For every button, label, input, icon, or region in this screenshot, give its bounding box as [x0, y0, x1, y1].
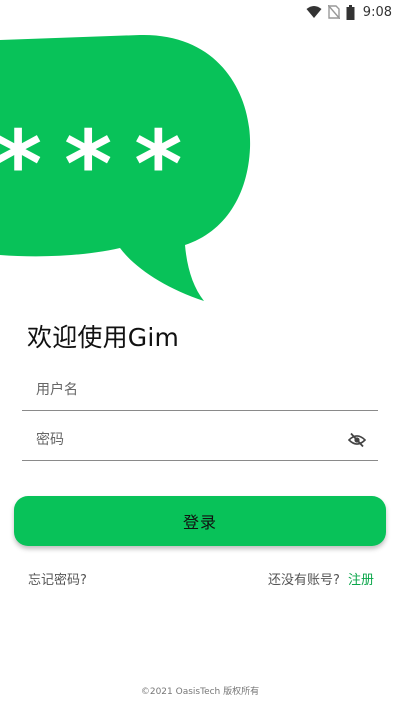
- username-input[interactable]: [36, 376, 336, 404]
- no-account-label: 还没有账号?: [268, 573, 340, 588]
- forgot-password-link[interactable]: 忘记密码?: [28, 569, 87, 588]
- password-mask-text: ***: [0, 111, 204, 218]
- password-input[interactable]: [36, 426, 336, 454]
- copyright-footer: ©2021 OasisTech 版权所有: [140, 687, 260, 697]
- username-field[interactable]: [22, 370, 378, 411]
- register-link[interactable]: 注册: [348, 569, 374, 588]
- login-button[interactable]: 登录: [14, 496, 386, 546]
- chat-bubble-logo: ***: [0, 34, 251, 301]
- welcome-title: 欢迎使用Gim: [27, 323, 180, 352]
- visibility-off-icon[interactable]: [348, 432, 366, 448]
- password-field[interactable]: [22, 420, 378, 461]
